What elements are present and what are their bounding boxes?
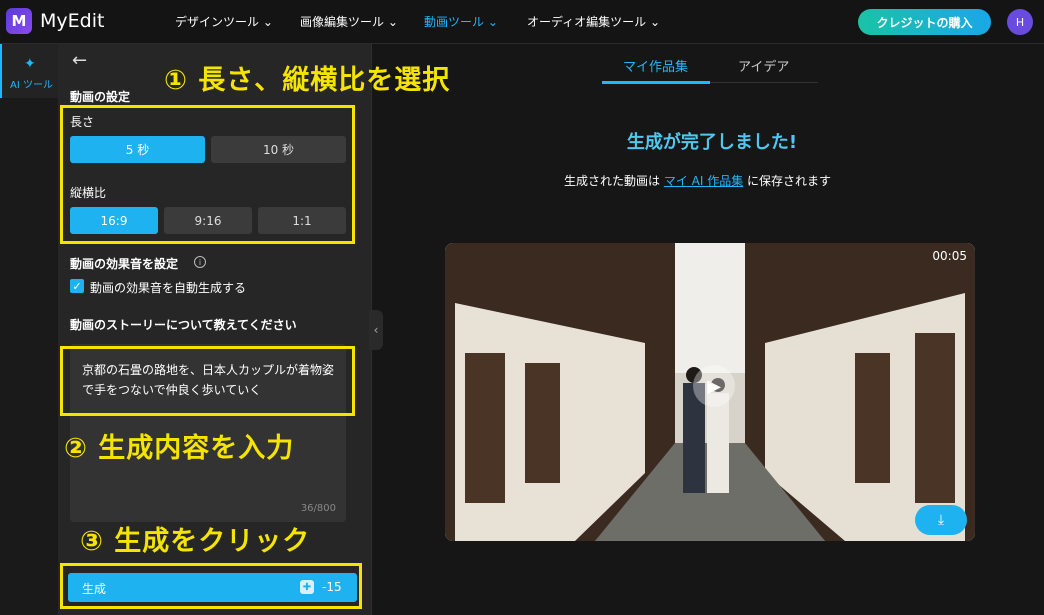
completion-title: 生成が完了しました! (626, 132, 798, 153)
nav-design-tools[interactable]: デザインツール ⌄ (175, 13, 273, 30)
saved-message: 生成された動画は マイ AI 作品集 に保存されます (564, 172, 831, 189)
sound-settings-title: 動画の効果音を設定 (70, 257, 179, 271)
highlight-length-ratio (60, 105, 355, 244)
info-icon[interactable]: i (194, 256, 206, 268)
saved-suffix: に保存されます (743, 174, 832, 188)
rail-item-label: AI ツール (10, 80, 53, 91)
annotation-step2: ② 生成内容を入力 (64, 433, 295, 464)
magic-wand-icon: ✦ (24, 56, 36, 72)
video-preview[interactable]: 00:05 ▶ ⤓ (445, 243, 975, 541)
nav-photo-tools[interactable]: 画像編集ツール ⌄ (300, 13, 398, 30)
nav-audio-tools[interactable]: オーディオ編集ツール ⌄ (527, 13, 660, 30)
tab-ideas[interactable]: アイデア (738, 56, 789, 75)
brand-name[interactable]: MyEdit (40, 10, 104, 32)
video-duration: 00:05 (932, 249, 967, 263)
character-counter: 36/800 (300, 503, 336, 514)
video-settings-title: 動画の設定 (70, 90, 131, 104)
auto-sound-label[interactable]: 動画の効果音を自動生成する (90, 279, 246, 296)
tab-my-works[interactable]: マイ作品集 (623, 56, 688, 75)
rail-item-ai-tools[interactable]: ✦ AI ツール (0, 44, 58, 98)
story-title: 動画のストーリーについて教えてください (70, 318, 297, 332)
back-arrow-icon[interactable]: ← (72, 50, 87, 71)
myedit-logo[interactable]: M (6, 8, 32, 34)
nav-video-tools[interactable]: 動画ツール ⌄ (424, 13, 498, 30)
buy-credits-button[interactable]: クレジットの購入 (858, 9, 991, 35)
highlight-generate (60, 563, 362, 609)
annotation-step3: ③ 生成をクリック (80, 526, 311, 557)
download-icon: ⤓ (937, 512, 945, 528)
active-tab-underline (602, 81, 710, 84)
saved-prefix: 生成された動画は (564, 174, 664, 188)
play-icon[interactable]: ▶ (693, 365, 735, 407)
my-ai-works-link[interactable]: マイ AI 作品集 (664, 174, 743, 188)
annotation-step1: ① 長さ、縦横比を選択 (164, 65, 451, 96)
highlight-story (60, 346, 355, 416)
auto-sound-checkbox[interactable]: ✓ (70, 279, 84, 293)
logo-glyph: M (11, 12, 27, 30)
top-bar: M MyEdit デザインツール ⌄ 画像編集ツール ⌄ 動画ツール ⌄ オーデ… (0, 0, 1044, 44)
collapse-panel-chevron-icon[interactable]: ‹ (369, 310, 383, 350)
avatar[interactable]: H (1007, 9, 1033, 35)
download-button[interactable]: ⤓ (915, 505, 967, 535)
